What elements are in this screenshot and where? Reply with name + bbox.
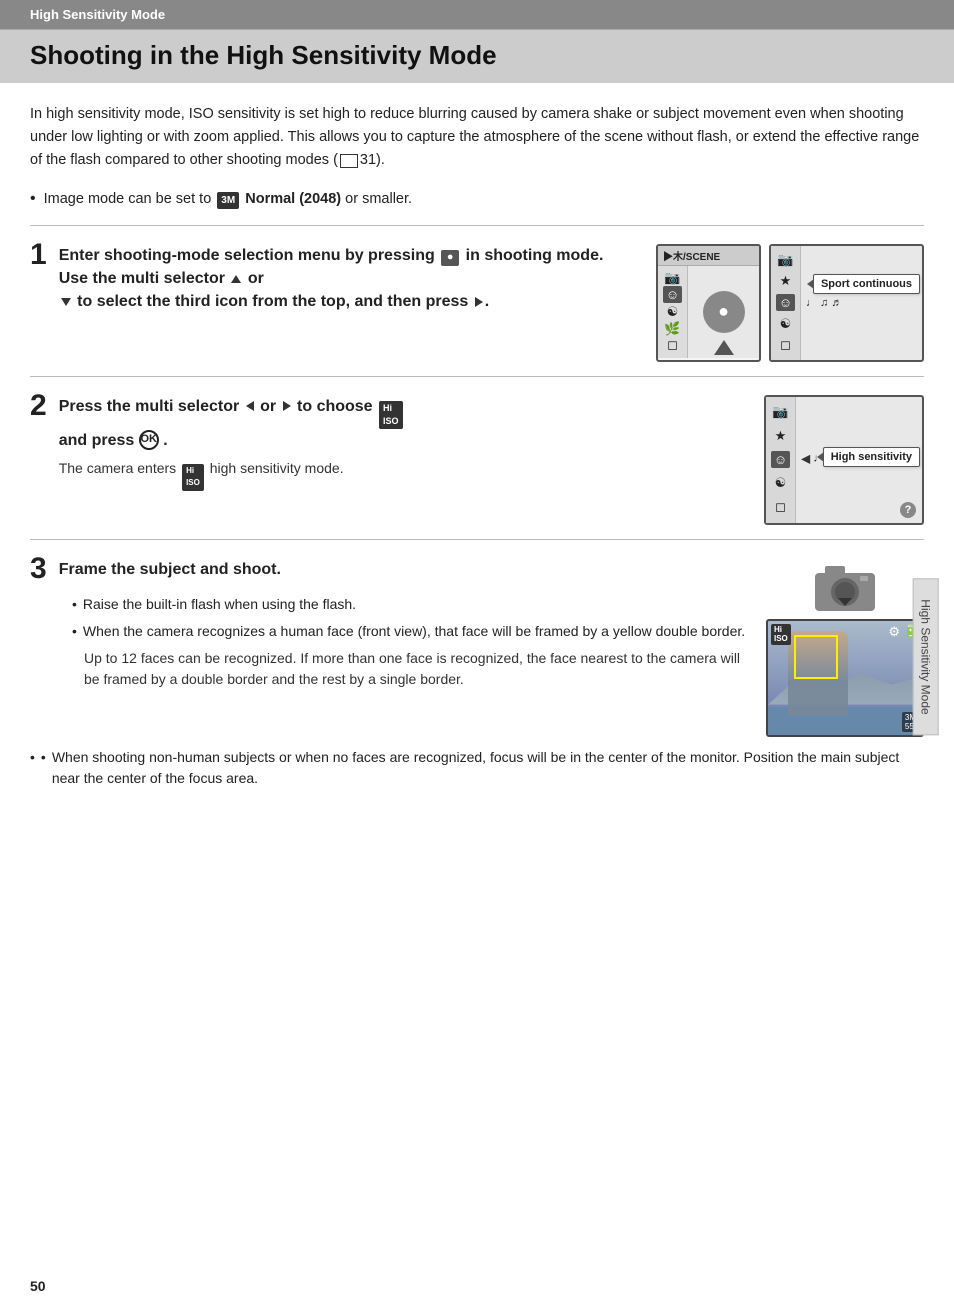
sp-icon3: ☯ — [667, 304, 679, 320]
book-icon-ref — [340, 154, 358, 168]
step3-left: 3 Frame the subject and shoot. Raise the… — [30, 558, 752, 737]
viewfinder-display: HiISO ⚙ 🔋 3M55 — [766, 619, 924, 737]
hi-iso-badge: HiISO — [379, 401, 403, 429]
header-title: High Sensitivity Mode — [30, 7, 165, 22]
step2-image: 📷 ★ ☺ ☯ ◻ ◀ ♩ ✈ ♬ High — [764, 395, 924, 525]
step1-description: Enter shooting-mode selection menu by pr… — [59, 244, 636, 314]
header-bar: High Sensitivity Mode — [0, 0, 954, 30]
panel-icon5: ◻ — [780, 337, 791, 353]
step2-number: 2 — [30, 391, 47, 421]
step3-bullet1: Raise the built-in flash when using the … — [72, 594, 752, 615]
scene-panel-tooltip: 📷 ★ ☺ ☯ ◻ ♩ ♫ ♬ Sport continuous — [769, 244, 924, 362]
step3-last-bullet-container: • When shooting non-human subjects or wh… — [30, 747, 924, 790]
sp-icon2: ☺ — [663, 286, 682, 303]
step2-sub: The camera enters HiISO high sensitivity… — [59, 458, 405, 491]
step1-section: 1 Enter shooting-mode selection menu by … — [30, 225, 924, 372]
step3-section: 3 Frame the subject and shoot. Raise the… — [30, 539, 924, 806]
step1-images: ▶木/SCENE 📷 ☺ ☯ 🌿 ◻ — [656, 244, 924, 362]
step2-tooltip: High sensitivity — [823, 447, 920, 467]
intro-paragraph: In high sensitivity mode, ISO sensitivit… — [30, 103, 924, 173]
tooltip2-arrow — [817, 452, 824, 462]
tri-down-icon — [61, 298, 71, 306]
step3-sub: Up to 12 faces can be recognized. If mor… — [84, 648, 752, 691]
vf-face-frame — [794, 635, 838, 679]
tri-left-icon — [246, 401, 254, 411]
page-title: Shooting in the High Sensitivity Mode — [30, 40, 924, 71]
step3-bullet3: • When shooting non-human subjects or wh… — [30, 747, 924, 790]
step3-bullets: Raise the built-in flash when using the … — [72, 594, 752, 691]
tri-right-icon — [475, 297, 483, 307]
sp-icon1: 📷 — [664, 270, 680, 286]
sport-icons: ♩ ♫ ♬ — [806, 297, 842, 309]
camera-circle-icon: ● — [718, 301, 729, 322]
title-section: Shooting in the High Sensitivity Mode — [0, 30, 954, 83]
step2-section: 2 Press the multi selector or to choose … — [30, 376, 924, 535]
s2-p-icon5: ◻ — [775, 499, 786, 515]
help-icon: ? — [900, 502, 916, 518]
step2-row: 2 Press the multi selector or to choose … — [30, 395, 924, 525]
step3-content: 3 Frame the subject and shoot. Raise the… — [30, 558, 924, 737]
tooltip-arrow — [807, 279, 814, 289]
step2-text: Press the multi selector or to choose Hi… — [59, 395, 405, 452]
step1-tooltip: Sport continuous — [813, 274, 920, 294]
intro-text: In high sensitivity mode, ISO sensitivit… — [30, 106, 919, 168]
hi-iso-vf-badge: HiISO — [771, 624, 791, 645]
step2-number-text: 2 Press the multi selector or to choose … — [30, 395, 744, 491]
s2-p-icon3: ☺ — [771, 451, 790, 468]
panel-icon2: ★ — [780, 273, 792, 289]
s2-p-icon4: ☯ — [775, 475, 787, 491]
s2-p-icon1: 📷 — [772, 404, 788, 420]
step1-row: 1 Enter shooting-mode selection menu by … — [30, 244, 924, 362]
step2-left: 2 Press the multi selector or to choose … — [30, 395, 744, 491]
step2-panel: 📷 ★ ☺ ☯ ◻ ◀ ♩ ✈ ♬ High — [764, 395, 924, 525]
step1-left: 1 Enter shooting-mode selection menu by … — [30, 244, 636, 314]
tri-up-icon — [231, 275, 241, 283]
step3-text: Frame the subject and shoot. — [59, 558, 281, 581]
intro-end: ). — [376, 152, 385, 168]
normal-2048-label: Normal (2048) — [245, 191, 341, 207]
left-arrow-indicator: ◀ — [801, 451, 810, 465]
gear-vf-icon: ⚙ — [888, 624, 900, 640]
step3-number: 3 — [30, 554, 47, 584]
step2-description: Press the multi selector or to choose Hi… — [59, 395, 405, 491]
bullet-image-mode-text: Image mode can be set to 3M Normal (2048… — [44, 189, 412, 211]
step3-bullet2: When the camera recognizes a human face … — [72, 621, 752, 642]
panel-icon3: ☺ — [776, 294, 795, 311]
arrow-up-indicator — [714, 340, 734, 355]
tri-right2-icon — [283, 401, 291, 411]
side-label: High Sensitivity Mode — [912, 578, 938, 735]
step3-heading: 3 Frame the subject and shoot. — [30, 558, 752, 584]
sp-icon5: ◻ — [667, 337, 678, 353]
panel-icon4: ☯ — [780, 316, 792, 332]
page-number: 50 — [30, 1278, 46, 1294]
hi-iso-badge2: HiISO — [182, 464, 204, 491]
panel-icon1: 📷 — [777, 252, 793, 268]
bullet-image-mode: Image mode can be set to 3M Normal (2048… — [30, 187, 924, 211]
step1-number-text: 1 Enter shooting-mode selection menu by … — [30, 244, 636, 314]
camera-body-svg — [810, 558, 880, 613]
ok-button-icon: OK — [139, 430, 159, 450]
step3-right: HiISO ⚙ 🔋 3M55 — [766, 558, 924, 737]
intro-ref: 31 — [360, 152, 376, 168]
bullet1-end: or smaller. — [345, 191, 412, 207]
camera-icon: ● — [441, 250, 459, 266]
step1-number: 1 — [30, 240, 47, 270]
page-wrapper: High Sensitivity Mode Shooting in the Hi… — [0, 0, 954, 1314]
main-content: In high sensitivity mode, ISO sensitivit… — [0, 83, 954, 826]
sp-icon4: 🌿 — [664, 321, 680, 337]
normal-2048-icon: 3M — [217, 192, 239, 209]
s2-p-icon2: ★ — [775, 428, 787, 444]
scene-label: ▶木/SCENE — [663, 248, 720, 263]
scene-selector-mockup: ▶木/SCENE 📷 ☺ ☯ 🌿 ◻ — [656, 244, 761, 362]
step1-text: Enter shooting-mode selection menu by pr… — [59, 244, 636, 314]
